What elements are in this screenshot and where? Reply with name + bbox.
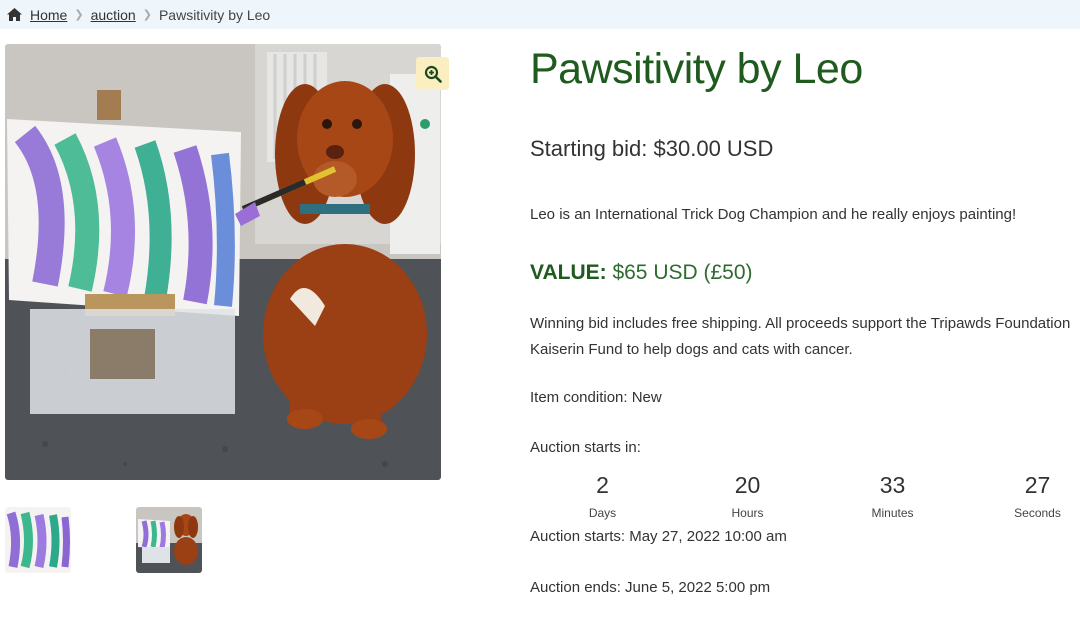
countdown-label: Seconds <box>1014 506 1061 520</box>
chevron-right-icon: ❯ <box>142 9 152 21</box>
breadcrumb-home-link[interactable]: Home <box>30 7 67 23</box>
countdown-value: 2 <box>596 472 609 498</box>
countdown-days: 2 Days <box>530 470 675 520</box>
auction-starts-in-label: Auction starts in: <box>530 439 641 456</box>
countdown-label: Hours <box>731 506 764 520</box>
thumbnail-painting[interactable] <box>5 507 71 573</box>
countdown-seconds: 27 Seconds <box>965 470 1080 520</box>
auction-end-date: Auction ends: June 5, 2022 5:00 pm <box>530 579 771 596</box>
countdown-label: Minutes <box>871 506 914 520</box>
product-value: VALUE: $65 USD (£50) <box>530 261 753 285</box>
value-label: VALUE: <box>530 261 607 284</box>
zoom-in-icon <box>424 65 442 83</box>
starting-bid: Starting bid: $30.00 USD <box>530 136 774 161</box>
product-description: Leo is an International Trick Dog Champi… <box>530 206 1017 223</box>
countdown-value: 27 <box>1024 472 1051 498</box>
breadcrumb: Home ❯ auction ❯ Pawsitivity by Leo <box>0 0 1080 29</box>
chevron-right-icon: ❯ <box>74 9 84 21</box>
item-condition: Item condition: New <box>530 389 662 406</box>
thumbnail-dog[interactable] <box>136 507 202 573</box>
shipping-text: Winning bid includes free shipping. All … <box>530 315 1071 358</box>
countdown-label: Days <box>588 506 617 520</box>
countdown-value: 33 <box>879 472 906 498</box>
value-amount: $65 USD (£50) <box>606 261 753 284</box>
countdown-minutes: 33 Minutes <box>820 470 965 520</box>
countdown-hours: 20 Hours <box>675 470 820 520</box>
home-icon[interactable] <box>6 7 23 22</box>
product-main-image[interactable] <box>5 44 441 480</box>
breadcrumb-current: Pawsitivity by Leo <box>158 6 271 23</box>
product-title: Pawsitivity by Leo <box>530 45 863 93</box>
auction-start-date: Auction starts: May 27, 2022 10:00 am <box>530 528 787 545</box>
zoom-button[interactable] <box>416 57 449 90</box>
breadcrumb-auction-link[interactable]: auction <box>91 7 136 23</box>
countdown-value: 20 <box>734 472 761 498</box>
